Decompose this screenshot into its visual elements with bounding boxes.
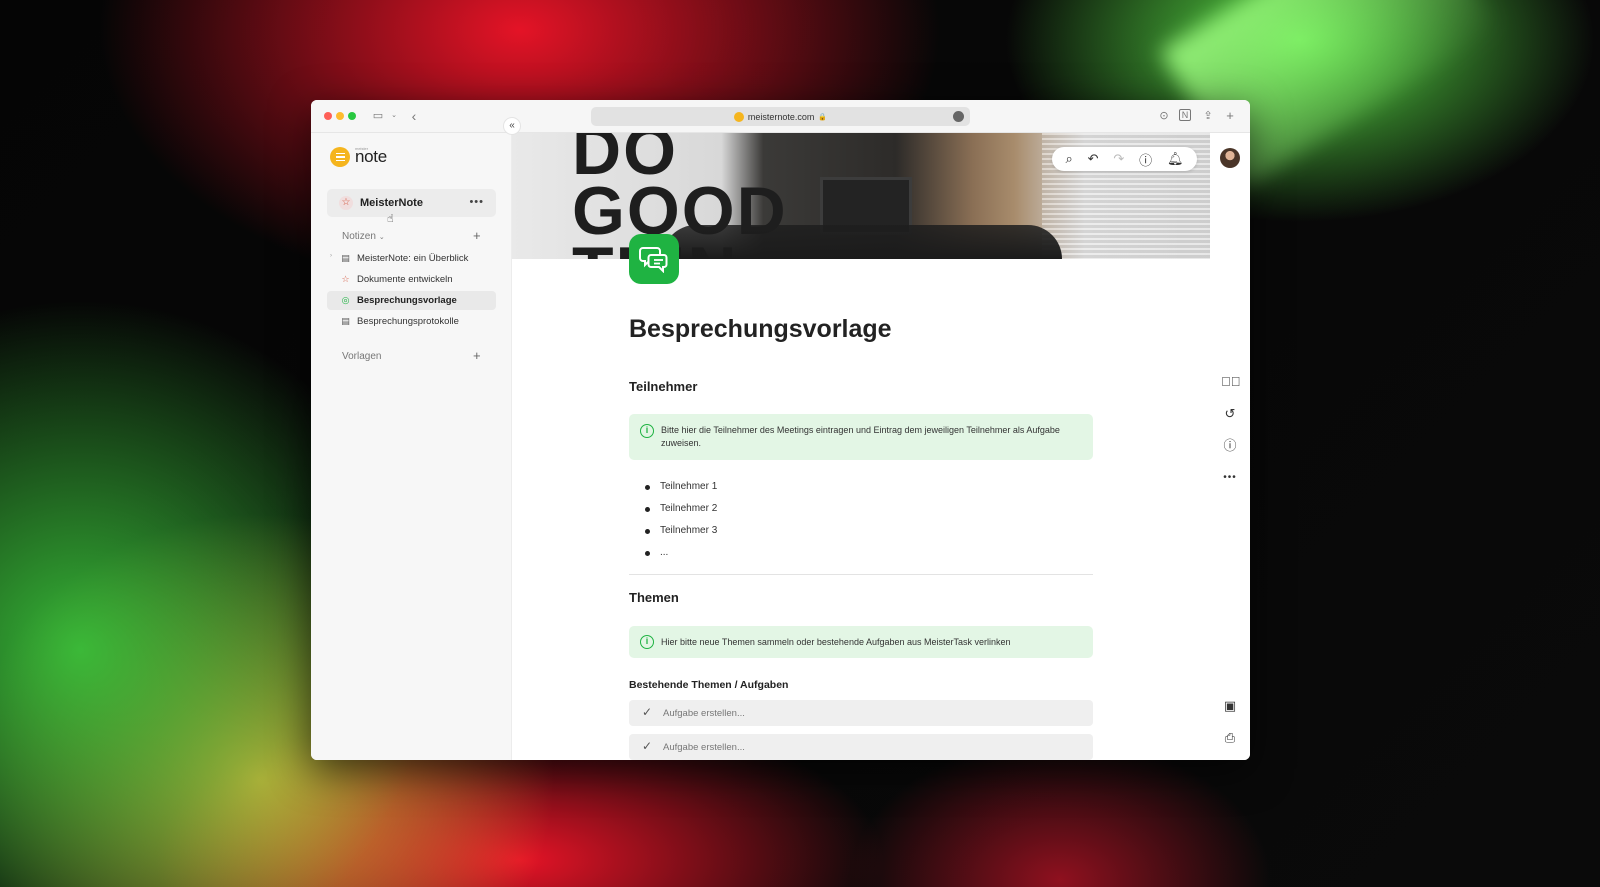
templates-section-header[interactable]: Vorlagen (342, 351, 381, 362)
checkmark-icon: ✓ (642, 705, 653, 719)
callout-text: Hier bitte neue Themen sammeln oder best… (661, 637, 1011, 647)
new-tab-icon[interactable]: + (1223, 109, 1237, 123)
print-icon[interactable]: ⎙ (1221, 729, 1239, 747)
info-callout-participants[interactable]: i Bitte hier die Teilnehmer des Meetings… (629, 414, 1093, 460)
heading-teilnehmer[interactable]: Teilnehmer (629, 379, 697, 394)
expand-caret-icon[interactable]: › (330, 253, 332, 259)
history-icon[interactable]: ↺ (1221, 405, 1239, 423)
list-item[interactable]: Teilnehmer 2 (645, 502, 717, 524)
page-title[interactable]: Besprechungsvorlage (629, 315, 892, 344)
more-options-icon[interactable]: ••• (469, 196, 484, 208)
address-bar[interactable]: meisternote.com 🔒 (591, 107, 970, 126)
right-toolbar: ✓⃝ ↺ ⓘ ••• ▣ ⎙ (1210, 133, 1250, 760)
lock-icon: 🔒 (818, 113, 828, 121)
workspace-switcher[interactable]: ☆ MeisterNote ••• (327, 189, 496, 217)
add-template-button[interactable]: + (473, 348, 481, 363)
search-icon[interactable]: ⌕ (1065, 151, 1072, 167)
star-icon: ☆ (341, 274, 350, 284)
list-item[interactable]: Teilnehmer 3 (645, 524, 717, 546)
browser-window: ▭ ⌄ ‹ meisternote.com 🔒 ⊙ N ⇪ + note mei… (311, 100, 1250, 760)
page-menu-icon[interactable] (953, 111, 964, 122)
info-icon: i (640, 635, 654, 649)
presentation-icon[interactable]: ▣ (1221, 697, 1239, 715)
undo-icon[interactable]: ↶ (1088, 151, 1099, 167)
callout-text: Bitte hier die Teilnehmer des Meetings e… (661, 425, 1060, 448)
close-window-button[interactable] (324, 112, 332, 120)
participant-list: Teilnehmer 1 Teilnehmer 2 Teilnehmer 3 .… (645, 480, 717, 568)
sidebar-toggle-icon[interactable]: ▭ (371, 109, 385, 123)
meisternote-logo-icon (330, 147, 350, 167)
workspace-name: MeisterNote (360, 197, 423, 209)
templates-section-label: Vorlagen (342, 351, 382, 362)
document-area: DO GOOD THIN ⌕ ↶ ↷ ⓘ 🔔︎ Bespre (512, 133, 1210, 760)
editor-toolbar: ⌕ ↶ ↷ ⓘ 🔔︎ (1052, 147, 1197, 171)
back-icon[interactable]: ‹ (407, 109, 421, 123)
sidebar-item-label: Besprechungsvorlage (357, 295, 457, 306)
more-options-icon[interactable]: ••• (1221, 469, 1239, 487)
info-callout-topics[interactable]: i Hier bitte neue Themen sammeln oder be… (629, 626, 1093, 658)
sidebar-item-label: MeisterNote: ein Überblick (357, 253, 469, 264)
sidebar-item-besprechungsvorlage[interactable]: ◎ Besprechungsvorlage (327, 291, 496, 310)
document-icon: ▤ (341, 316, 350, 326)
sidebar-item-label: Besprechungsprotokolle (357, 316, 459, 327)
zoom-window-button[interactable] (348, 112, 356, 120)
cover-image[interactable]: DO GOOD THIN ⌕ ↶ ↷ ⓘ 🔔︎ (512, 133, 1210, 259)
mouse-cursor-icon: ☝ (387, 213, 394, 225)
task-placeholder: Aufgabe erstellen... (663, 742, 745, 753)
redo-icon[interactable]: ↷ (1113, 151, 1124, 167)
heading-themen[interactable]: Themen (629, 590, 679, 605)
minimize-window-button[interactable] (336, 112, 344, 120)
chevron-down-icon[interactable]: ⌄ (387, 109, 401, 123)
heading-existing-topics[interactable]: Bestehende Themen / Aufgaben (629, 679, 788, 691)
chat-icon: ◎ (341, 295, 350, 305)
chevron-down-icon: ⌄ (378, 233, 385, 241)
workspace-star-icon: ☆ (339, 196, 353, 210)
document-chat-icon[interactable] (629, 234, 679, 284)
sidebar: note meister ☆ MeisterNote ••• ☝ Notizen… (311, 133, 512, 760)
section-divider (629, 574, 1093, 575)
url-text: meisternote.com (747, 111, 815, 122)
notion-extension-icon[interactable]: N (1179, 109, 1191, 121)
notification-bell-icon[interactable]: 🔔︎ (1167, 151, 1184, 167)
browser-toolbar: ▭ ⌄ ‹ meisternote.com 🔒 ⊙ N ⇪ + (311, 100, 1250, 133)
info-icon[interactable]: ⓘ (1221, 437, 1239, 455)
create-task-field[interactable]: ✓ Aufgabe erstellen... (629, 700, 1093, 726)
sidebar-item-dokumente[interactable]: ☆ Dokumente entwickeln (327, 270, 496, 289)
site-favicon-icon (733, 111, 744, 122)
list-item[interactable]: ... (645, 546, 717, 568)
sidebar-item-protokolle[interactable]: ▤ Besprechungsprotokolle (327, 312, 496, 331)
help-icon[interactable]: ⓘ (1139, 150, 1152, 169)
create-task-field[interactable]: ✓ Aufgabe erstellen... (629, 734, 1093, 760)
notes-section-header[interactable]: Notizen ⌄ (342, 231, 385, 242)
checkmark-icon: ✓ (642, 739, 653, 753)
document-icon: ▤ (341, 253, 350, 263)
cover-chairs (662, 225, 1062, 259)
share-icon[interactable]: ⇪ (1201, 109, 1215, 123)
collapse-sidebar-button[interactable]: « (503, 117, 521, 135)
task-placeholder: Aufgabe erstellen... (663, 708, 745, 719)
check-circle-icon[interactable]: ✓⃝ (1221, 373, 1241, 391)
info-icon: i (640, 424, 654, 438)
sidebar-item-label: Dokumente entwickeln (357, 274, 453, 285)
download-icon[interactable]: ⊙ (1157, 109, 1171, 123)
notes-section-label: Notizen (342, 231, 376, 242)
list-item[interactable]: Teilnehmer 1 (645, 480, 717, 502)
user-avatar[interactable] (1220, 148, 1240, 168)
logo-subtext: meister (355, 146, 369, 151)
sidebar-item-overview[interactable]: › ▤ MeisterNote: ein Überblick (327, 249, 496, 268)
add-note-button[interactable]: + (473, 228, 481, 243)
